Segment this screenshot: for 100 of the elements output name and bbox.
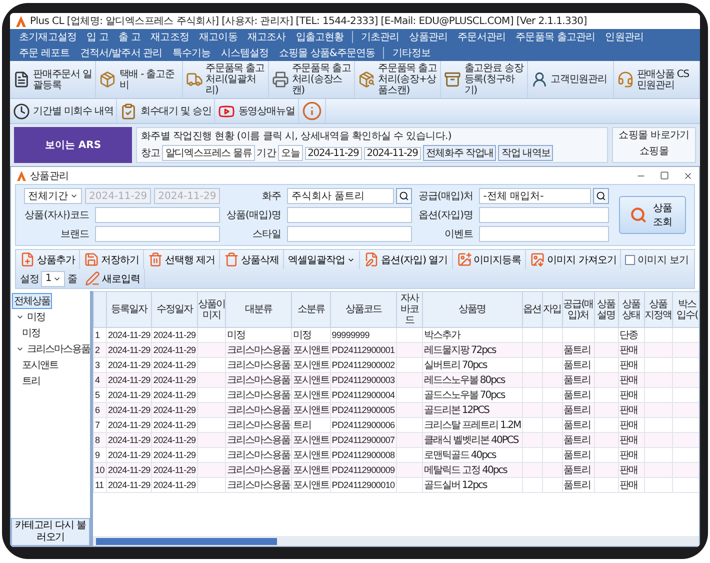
input-field[interactable] bbox=[287, 226, 412, 242]
tree-item[interactable]: 포시앤트 bbox=[20, 357, 60, 373]
toolbar-button[interactable]: 주문품목 출고처리(일괄처리) bbox=[182, 61, 269, 98]
column-header[interactable]: 공급(매입)처 bbox=[562, 292, 594, 328]
toolbar-button[interactable]: 이미지 가져오기 bbox=[526, 250, 622, 269]
close-icon[interactable] bbox=[683, 170, 693, 180]
toolbar-button[interactable]: 새로입력 bbox=[81, 269, 146, 288]
toolbar-button[interactable]: 판매주문서 일괄등록 bbox=[10, 61, 96, 98]
dashboard-button[interactable]: 전체화주 작업내 bbox=[422, 145, 496, 161]
column-header[interactable]: 대분류 bbox=[225, 292, 292, 328]
menu-item[interactable]: 재고조정 bbox=[146, 29, 194, 45]
tree-item[interactable]: 미정 bbox=[25, 309, 47, 325]
menu-item[interactable]: 인원관리 bbox=[600, 29, 649, 45]
menu-item[interactable]: 재고조사 bbox=[242, 29, 291, 45]
tree-item[interactable]: 트리 bbox=[20, 373, 42, 389]
dropdown-button[interactable]: 엑셀일괄작업 bbox=[284, 250, 360, 268]
toolbar-button[interactable]: 택배 - 출고준비 bbox=[96, 61, 182, 98]
scrollbar[interactable] bbox=[93, 536, 699, 546]
input-field[interactable] bbox=[479, 226, 610, 242]
column-header[interactable]: 상품이미지 bbox=[197, 292, 226, 328]
tree-item[interactable]: 전체상품 bbox=[12, 293, 52, 309]
input-field[interactable]: 알디엑스프레스 물류 bbox=[162, 145, 255, 161]
menu-item[interactable]: 견적서/발주서 관리 bbox=[74, 45, 168, 61]
menu-item[interactable]: 쇼핑몰 상품&주문연동 bbox=[274, 45, 380, 61]
ars-banner[interactable]: 보이는 ARS bbox=[14, 127, 132, 163]
table-cell: 포시앤트 bbox=[291, 372, 330, 388]
column-header[interactable]: 상품코드 bbox=[330, 292, 396, 328]
table-cell: 2024-11-29 bbox=[106, 448, 152, 462]
tree-item[interactable]: 크리스마스용품 bbox=[25, 341, 92, 357]
column-header[interactable]: 자입 bbox=[542, 292, 562, 328]
column-header[interactable]: 등록일자 bbox=[106, 292, 152, 328]
column-header[interactable]: 상품설명 bbox=[594, 292, 618, 328]
column-header[interactable]: 박스 입수( bbox=[672, 292, 699, 328]
column-header[interactable]: 옵션 bbox=[522, 292, 542, 328]
table-cell bbox=[197, 388, 226, 402]
toolbar-button[interactable]: 저장하기 bbox=[80, 250, 144, 269]
number-spinner[interactable]: 1 bbox=[41, 270, 66, 286]
table-cell: 2024-11-29 bbox=[152, 402, 198, 418]
expand-icon[interactable] bbox=[16, 313, 24, 321]
input-field[interactable] bbox=[479, 207, 610, 223]
dashboard-button[interactable]: 작업 내역보 bbox=[498, 145, 554, 161]
table-cell bbox=[197, 328, 226, 342]
input-field[interactable] bbox=[95, 207, 220, 223]
menu-item[interactable]: 기타정보 bbox=[387, 45, 436, 61]
menu-item[interactable]: 주문품목 출고관리 bbox=[510, 29, 600, 45]
table-cell: 2024-11-29 bbox=[152, 358, 198, 372]
search-icon bbox=[399, 191, 410, 201]
toolbar-button[interactable]: 판매상품 CS 민원관리 bbox=[614, 61, 700, 98]
column-header[interactable]: 상품명 bbox=[422, 292, 522, 328]
menu-item[interactable]: 시스템설정 bbox=[216, 45, 274, 61]
toolbar-button[interactable]: 주문품목 출고처리(송장+상품스캔) bbox=[355, 61, 442, 98]
expand-icon[interactable] bbox=[16, 345, 24, 353]
toolbar-button[interactable]: 기간별 미회수 내역 bbox=[10, 99, 118, 123]
search-button[interactable] bbox=[396, 188, 412, 204]
table-cell: 2024-11-29 bbox=[152, 418, 198, 432]
input-field[interactable] bbox=[95, 226, 220, 242]
column-header[interactable]: 상품상태 bbox=[618, 292, 644, 328]
date-field[interactable]: 2024-11-29 bbox=[304, 146, 362, 160]
menu-item[interactable]: 상품관리 bbox=[404, 29, 453, 45]
maximize-icon[interactable] bbox=[660, 170, 669, 180]
table-cell: 크리스마스용품 bbox=[225, 432, 292, 448]
column-header[interactable]: 소분류 bbox=[291, 292, 330, 328]
period-select[interactable]: 전체기간 bbox=[24, 188, 82, 204]
reload-button[interactable]: 카테고리 다시 불러오기 bbox=[11, 518, 90, 546]
menu-item[interactable]: 초기재고설정 bbox=[14, 29, 82, 45]
column-header[interactable]: 상품 지정액 bbox=[644, 292, 672, 328]
menu-item[interactable]: 입출고현황 bbox=[290, 29, 349, 45]
toolbar-button[interactable]: 출고완료 송장등록(청구하기) bbox=[441, 61, 528, 98]
field-label: 스타일 bbox=[251, 228, 282, 241]
toolbar-button[interactable]: 옵션(자입) 열기 bbox=[360, 250, 453, 269]
table-cell: 2024-11-29 bbox=[152, 372, 198, 388]
search-button[interactable] bbox=[593, 188, 610, 204]
menu-item[interactable]: 특수기능 bbox=[167, 45, 216, 61]
period-select[interactable]: 오늘 bbox=[278, 145, 303, 161]
date-field[interactable]: 2024-11-29 bbox=[364, 146, 421, 160]
menu-item[interactable]: 재고이동 bbox=[194, 29, 242, 45]
menu-item[interactable]: 입 고 bbox=[82, 29, 114, 45]
toolbar-button[interactable]: 동영상매뉴얼 bbox=[215, 99, 299, 123]
column-header[interactable]: 수정일자 bbox=[152, 292, 198, 328]
input-field[interactable]: -전체 매입처- bbox=[479, 188, 592, 204]
toolbar-button[interactable]: 상품추가 bbox=[16, 250, 80, 269]
checkbox[interactable] bbox=[625, 254, 636, 264]
menu-item[interactable]: 주문서관리 bbox=[452, 29, 511, 45]
toolbar-button[interactable]: 회수대기 및 승인 bbox=[117, 99, 216, 123]
printer-icon bbox=[272, 71, 289, 88]
row-number: 10 bbox=[94, 462, 106, 478]
menu-item[interactable]: 출 고 bbox=[114, 29, 146, 45]
input-field[interactable]: 주식회사 품트리 bbox=[287, 188, 394, 204]
column-header[interactable]: 자사바코드 bbox=[396, 292, 422, 328]
toolbar-button[interactable]: 주문품목 출고처리(송장스캔) bbox=[268, 61, 355, 98]
tree-item[interactable]: 미정 bbox=[20, 325, 42, 341]
toolbar-button[interactable]: 선택행 제거 bbox=[144, 250, 220, 269]
table-cell: PD24112900010 bbox=[330, 478, 396, 492]
toolbar-button[interactable]: 이미지등록 bbox=[452, 250, 526, 269]
input-field[interactable] bbox=[287, 207, 412, 223]
menu-item[interactable]: 주문 레포트 bbox=[14, 45, 75, 61]
search-button[interactable]: 상품조회 bbox=[619, 196, 686, 234]
toolbar-button[interactable]: 고객민원관리 bbox=[528, 61, 614, 98]
menu-item[interactable]: 기초관리 bbox=[356, 29, 404, 45]
toolbar-button[interactable]: 상품삭제 bbox=[220, 250, 284, 269]
